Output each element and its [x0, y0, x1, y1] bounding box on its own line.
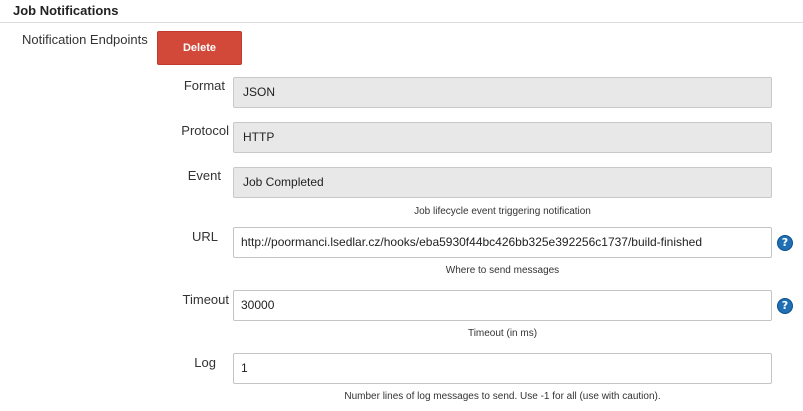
log-input[interactable]: 1 [233, 353, 772, 384]
event-field[interactable]: Job Completed [233, 167, 772, 198]
protocol-label: Protocol [181, 123, 229, 138]
url-help-icon[interactable]: ? [777, 235, 793, 251]
url-label: URL [191, 229, 218, 244]
log-help-text: Number lines of log messages to send. Us… [344, 391, 661, 402]
format-field[interactable]: JSON [233, 77, 772, 108]
format-label: Format [183, 78, 225, 93]
url-input[interactable]: http://poormanci.lsedlar.cz/hooks/eba593… [233, 227, 772, 258]
timeout-help-icon[interactable]: ? [777, 298, 793, 314]
protocol-field[interactable]: HTTP [233, 122, 772, 153]
section-title: Job Notifications [13, 3, 119, 18]
timeout-label: Timeout [182, 292, 229, 307]
event-help-text: Job lifecycle event triggering notificat… [414, 206, 591, 217]
timeout-input[interactable]: 30000 [233, 290, 772, 321]
notification-endpoints-label: Notification Endpoints [22, 32, 148, 47]
url-help-text: Where to send messages [445, 265, 560, 276]
log-label: Log [194, 355, 216, 370]
section-header: Job Notifications [0, 0, 803, 23]
event-label: Event [187, 168, 221, 183]
timeout-help-text: Timeout (in ms) [467, 328, 538, 339]
delete-button[interactable]: Delete [157, 31, 242, 65]
